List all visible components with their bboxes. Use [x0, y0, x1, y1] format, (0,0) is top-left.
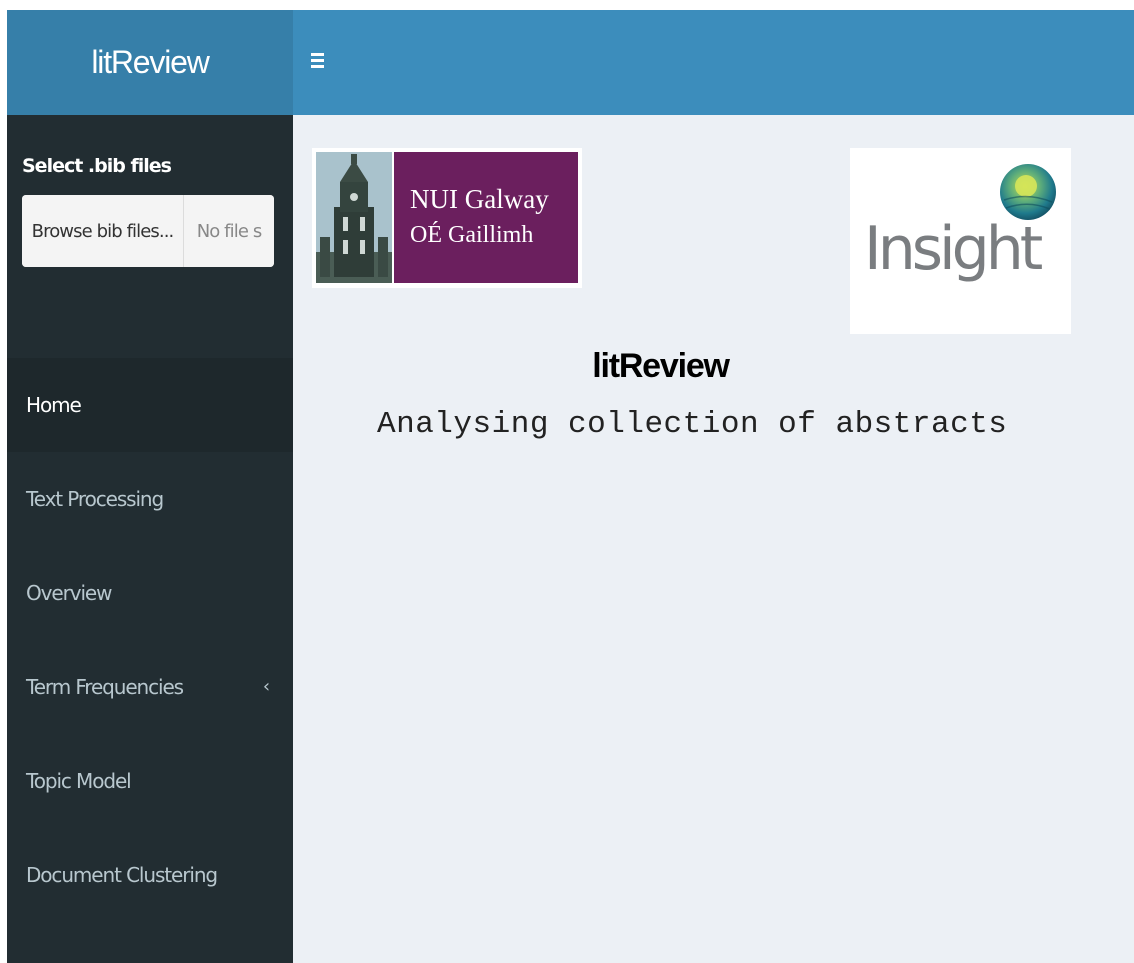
page-subtitle: Analysing collection of abstracts [377, 407, 1008, 442]
university-building-image [316, 152, 392, 283]
brand-logo[interactable]: litReview [7, 10, 293, 115]
file-status-field: No file s [184, 195, 274, 267]
sidebar-item-document-clustering[interactable]: Document Clustering [7, 828, 293, 922]
top-navbar [293, 10, 1134, 115]
insight-wordmark: Insight [864, 214, 1043, 284]
brand-title[interactable]: litReview [91, 44, 209, 81]
sidebar-item-label: Text Processing [26, 487, 164, 511]
nui-galway-logo: NUI Galway OÉ Gaillimh [312, 148, 582, 288]
sidebar-toggle-hamburger-icon[interactable] [311, 50, 327, 72]
sidebar-item-label: Overview [26, 581, 112, 605]
sidebar: Select .bib files Browse bib files... No… [7, 115, 293, 963]
chevron-left-icon: ‹ [262, 676, 270, 697]
nui-galway-wordmark: NUI Galway OÉ Gaillimh [394, 152, 578, 283]
sidebar-item-topic-model[interactable]: Topic Model [7, 734, 293, 828]
nui-galway-line1: NUI Galway [410, 184, 549, 214]
page-title: litReview [592, 347, 730, 385]
file-input-group: Browse bib files... No file s [22, 195, 274, 267]
sidebar-item-label: Document Clustering [26, 863, 218, 887]
file-input-label: Select .bib files [22, 155, 172, 177]
sidebar-item-label: Topic Model [26, 769, 132, 793]
sidebar-item-label: Term Frequencies [26, 675, 184, 699]
sidebar-item-text-processing[interactable]: Text Processing [7, 452, 293, 546]
sidebar-item-overview[interactable]: Overview [7, 546, 293, 640]
sidebar-item-label: Home [26, 393, 82, 417]
app-window: litReview Select .bib files Browse bib f… [7, 10, 1134, 963]
sidebar-menu: Home Text Processing Overview Term Frequ… [7, 358, 293, 922]
nui-galway-line2: OÉ Gaillimh [410, 222, 534, 248]
main-content: NUI Galway OÉ Gaillimh Insight litReview… [293, 115, 1134, 963]
browse-bib-files-button[interactable]: Browse bib files... [22, 195, 184, 267]
sidebar-item-home[interactable]: Home [7, 358, 293, 452]
insight-logo: Insight [850, 148, 1071, 334]
insight-orb-icon [1000, 164, 1056, 220]
sidebar-item-term-frequencies[interactable]: Term Frequencies ‹ [7, 640, 293, 734]
